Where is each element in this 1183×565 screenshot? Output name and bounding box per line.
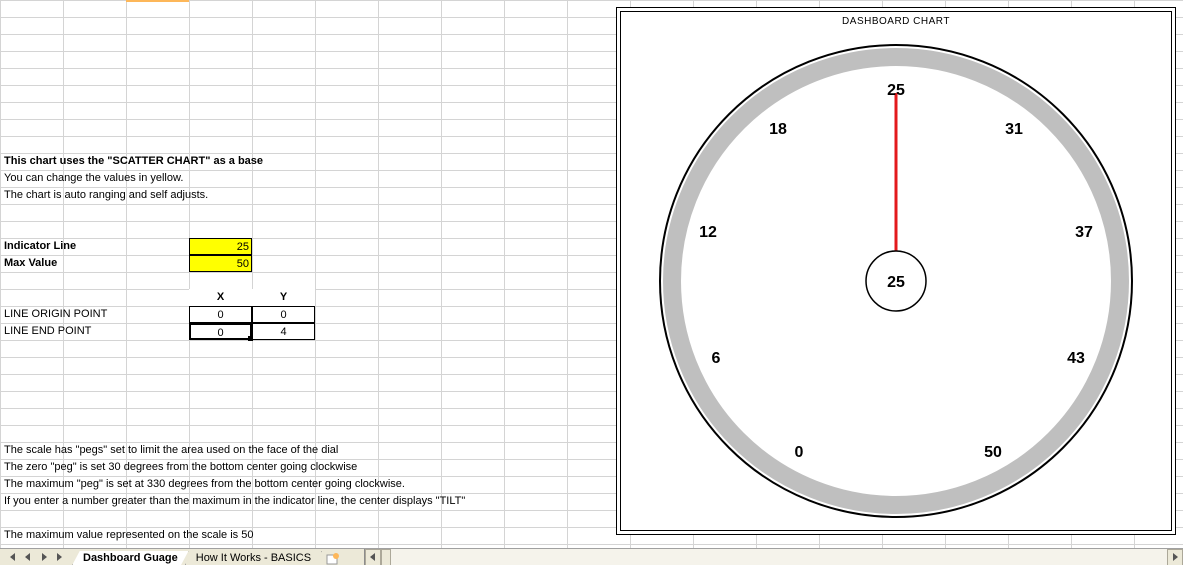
gauge-tick-6: 6 [712, 350, 721, 367]
paragraph-text: The maximum value represented on the sca… [2, 527, 255, 544]
tab-dashboard-gauge[interactable]: Dashboard Guage [72, 551, 189, 565]
end-y-cell[interactable]: 4 [252, 323, 315, 340]
origin-x-cell[interactable]: 0 [189, 306, 252, 323]
chart-container[interactable]: DASHBOARD CHART 25 0 6 12 18 25 31 37 43… [616, 7, 1176, 535]
scroll-right-icon[interactable] [1167, 549, 1183, 565]
sheet-tabs: Dashboard Guage How It Works - BASICS [72, 549, 344, 565]
gauge-tick-50: 50 [984, 444, 1002, 461]
indicator-line-label: Indicator Line [2, 238, 78, 255]
col-header-x: X [189, 289, 252, 306]
gauge-tick-18: 18 [769, 121, 787, 138]
end-x-cell[interactable]: 0 [189, 323, 252, 340]
tab-first-icon[interactable] [4, 550, 20, 565]
max-value-cell[interactable]: 50 [189, 255, 252, 272]
row-label-end: LINE END POINT [2, 323, 93, 340]
origin-y-cell[interactable]: 0 [252, 306, 315, 323]
row-label-origin: LINE ORIGIN POINT [2, 306, 109, 323]
gauge-chart: 25 0 6 12 18 25 31 37 43 50 [636, 31, 1156, 531]
tab-prev-icon[interactable] [20, 550, 36, 565]
scroll-thumb[interactable] [381, 549, 391, 565]
gauge-tick-31: 31 [1005, 121, 1023, 138]
gauge-tick-12: 12 [699, 224, 717, 241]
paragraph-text: The maximum "peg" is set at 330 degrees … [2, 476, 407, 493]
paragraph-text: The scale has "pegs" set to limit the ar… [2, 442, 340, 459]
gauge-tick-0: 0 [795, 444, 804, 461]
active-column-marker [126, 0, 189, 2]
tab-next-icon[interactable] [36, 550, 52, 565]
gauge-tick-43: 43 [1067, 350, 1085, 367]
gauge-tick-25: 25 [887, 82, 905, 99]
new-sheet-icon[interactable] [322, 552, 344, 565]
paragraph-text: If you enter a number greater than the m… [2, 493, 467, 510]
info-text: The chart is auto ranging and self adjus… [2, 187, 210, 204]
horizontal-scrollbar[interactable] [364, 549, 1183, 565]
heading-text: This chart uses the "SCATTER CHART" as a… [2, 153, 265, 170]
indicator-value-cell[interactable]: 25 [189, 238, 252, 255]
max-value-label: Max Value [2, 255, 59, 272]
scroll-track[interactable] [381, 549, 1167, 565]
tab-nav-buttons [0, 550, 72, 565]
scroll-left-icon[interactable] [365, 549, 381, 565]
col-header-y: Y [252, 289, 315, 306]
gauge-tick-37: 37 [1075, 224, 1093, 241]
chart-inner-border: DASHBOARD CHART 25 0 6 12 18 25 31 37 43… [620, 11, 1172, 531]
sheet-tab-bar: Dashboard Guage How It Works - BASICS [0, 548, 1183, 565]
gauge-center-value: 25 [887, 274, 905, 291]
info-text: You can change the values in yellow. [2, 170, 185, 187]
tab-last-icon[interactable] [52, 550, 68, 565]
paragraph-text: The zero "peg" is set 30 degrees from th… [2, 459, 359, 476]
tab-how-it-works[interactable]: How It Works - BASICS [185, 551, 322, 565]
chart-title: DASHBOARD CHART [621, 16, 1171, 27]
